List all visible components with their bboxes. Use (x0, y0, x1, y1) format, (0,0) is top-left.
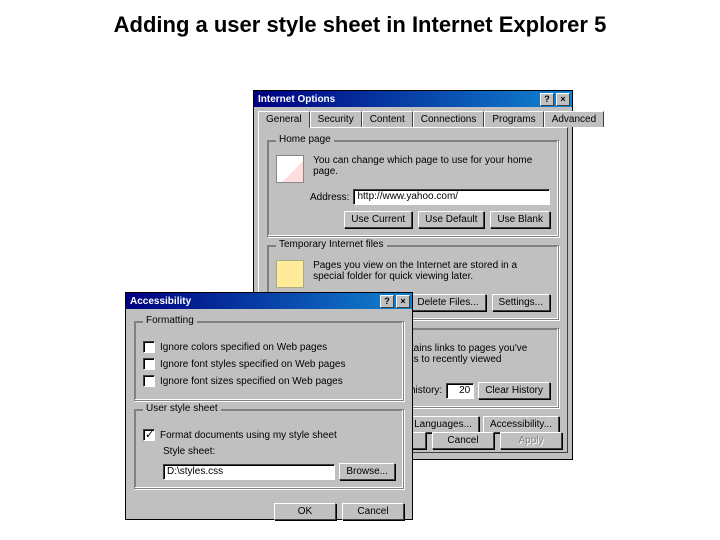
home-page-icon (276, 155, 304, 183)
formatting-group: Formatting Ignore colors specified on We… (134, 321, 404, 401)
folder-icon (276, 260, 304, 288)
style-sheet-input[interactable]: D:\styles.css (163, 464, 335, 480)
tab-programs[interactable]: Programs (484, 111, 543, 127)
apply-button[interactable]: Apply (500, 432, 562, 449)
use-default-button[interactable]: Use Default (418, 211, 484, 228)
tab-security[interactable]: Security (310, 111, 362, 127)
ignore-colors-checkbox[interactable]: Ignore colors specified on Web pages (143, 341, 395, 353)
ignore-font-styles-label: Ignore font styles specified on Web page… (160, 359, 345, 370)
ok-button[interactable]: OK (274, 503, 336, 520)
close-button[interactable]: × (556, 93, 570, 106)
use-current-button[interactable]: Use Current (344, 211, 412, 228)
formatting-legend: Formatting (143, 315, 197, 326)
home-page-desc: You can change which page to use for you… (313, 155, 533, 177)
checkbox-icon (143, 375, 155, 387)
checkbox-icon (143, 358, 155, 370)
delete-files-button[interactable]: Delete Files... (410, 294, 485, 311)
home-page-legend: Home page (276, 134, 334, 145)
format-documents-checkbox[interactable]: Format documents using my style sheet (143, 429, 395, 441)
accessibility-titlebar: Accessibility ? × (126, 293, 412, 309)
checkbox-icon (143, 341, 155, 353)
style-sheet-label: Style sheet: (163, 446, 395, 457)
close-button[interactable]: × (396, 295, 410, 308)
days-input[interactable]: 20 (446, 383, 474, 399)
help-button[interactable]: ? (380, 295, 394, 308)
accessibility-buttons: OK Cancel (126, 499, 412, 528)
address-label: Address: (310, 192, 349, 203)
tabs: General Security Content Connections Pro… (254, 107, 572, 127)
ignore-colors-label: Ignore colors specified on Web pages (160, 342, 327, 353)
cancel-button[interactable]: Cancel (432, 432, 494, 449)
temp-files-legend: Temporary Internet files (276, 239, 387, 250)
tab-advanced[interactable]: Advanced (544, 111, 604, 127)
ignore-font-styles-checkbox[interactable]: Ignore font styles specified on Web page… (143, 358, 395, 370)
user-style-sheet-legend: User style sheet (143, 403, 221, 414)
browse-button[interactable]: Browse... (339, 463, 395, 480)
address-input[interactable]: http://www.yahoo.com/ (353, 189, 550, 205)
checkbox-checked-icon (143, 429, 155, 441)
home-page-group: Home page You can change which page to u… (267, 140, 559, 237)
accessibility-window: Accessibility ? × Formatting Ignore colo… (125, 292, 413, 520)
tab-connections[interactable]: Connections (413, 111, 485, 127)
settings-button[interactable]: Settings... (492, 294, 550, 311)
ignore-font-sizes-checkbox[interactable]: Ignore font sizes specified on Web pages (143, 375, 395, 387)
clear-history-button[interactable]: Clear History (478, 382, 550, 399)
internet-options-title: Internet Options (258, 94, 335, 105)
temp-files-desc: Pages you view on the Internet are store… (313, 260, 533, 282)
user-style-sheet-group: User style sheet Format documents using … (134, 409, 404, 489)
use-blank-button[interactable]: Use Blank (490, 211, 550, 228)
help-button[interactable]: ? (540, 93, 554, 106)
cancel-button[interactable]: Cancel (342, 503, 404, 520)
internet-options-titlebar: Internet Options ? × (254, 91, 572, 107)
ignore-font-sizes-label: Ignore font sizes specified on Web pages (160, 376, 343, 387)
tab-content[interactable]: Content (362, 111, 413, 127)
format-documents-label: Format documents using my style sheet (160, 430, 337, 441)
accessibility-title: Accessibility (130, 296, 191, 307)
slide-title: Adding a user style sheet in Internet Ex… (100, 12, 620, 38)
tab-general[interactable]: General (258, 111, 310, 128)
